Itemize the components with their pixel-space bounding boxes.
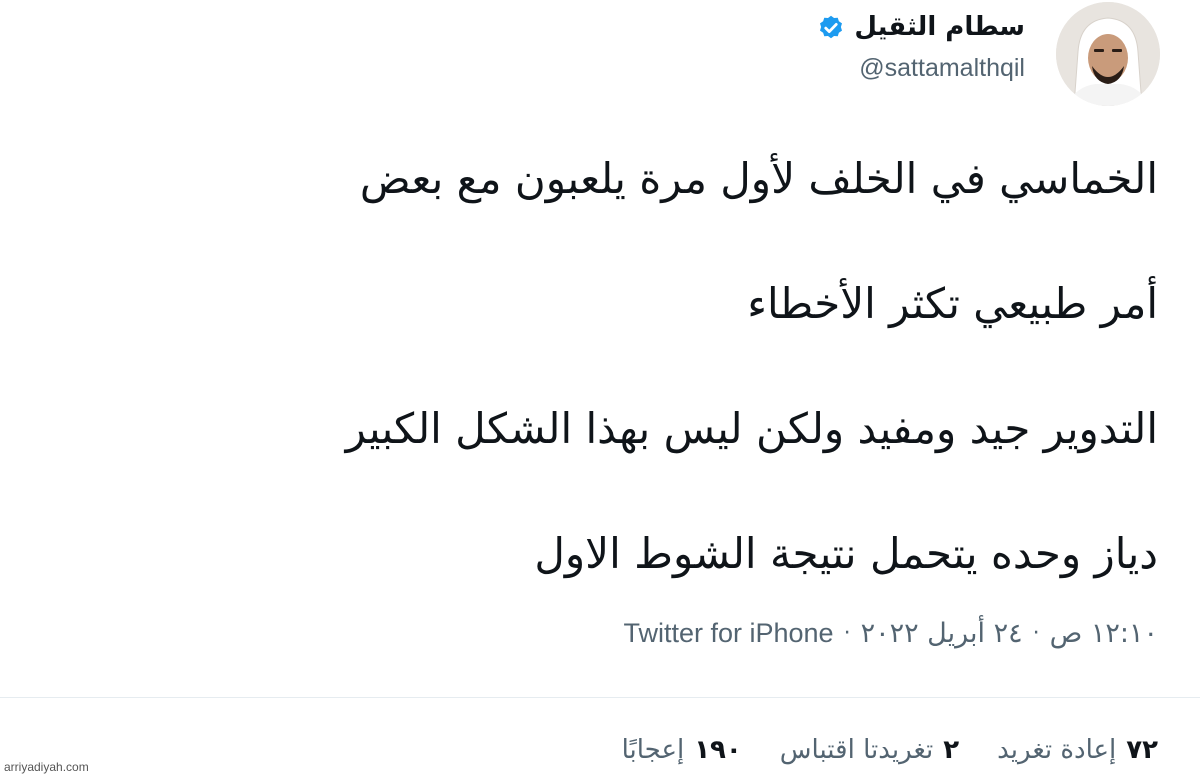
author-name-row: سطام الثقيل bbox=[816, 6, 1025, 48]
avatar[interactable] bbox=[1056, 2, 1160, 106]
tweet-date[interactable]: ٢٤ أبريل ٢٠٢٢ bbox=[861, 618, 1023, 649]
likes-label: إعجابًا bbox=[621, 735, 685, 765]
watermark: arriyadiyah.com bbox=[4, 760, 89, 774]
meta-separator: · bbox=[1032, 621, 1040, 646]
quotes-count: ٢ bbox=[943, 735, 960, 765]
tweet-text-line: أمر طبيعي تكثر الأخطاء bbox=[747, 279, 1158, 328]
author-display-name[interactable]: سطام الثقيل bbox=[854, 12, 1025, 42]
tweet-text-line: التدوير جيد ومفيد ولكن ليس بهذا الشكل ال… bbox=[345, 404, 1158, 453]
tweet-text-line: الخماسي في الخلف لأول مرة يلعبون مع بعض bbox=[359, 154, 1158, 203]
tweet-time[interactable]: ١٢:١٠ ص bbox=[1050, 618, 1158, 649]
verified-badge-icon bbox=[816, 12, 846, 42]
author-handle[interactable]: @sattamalthqil bbox=[816, 54, 1025, 83]
tweet-metadata: ١٢:١٠ ص · ٢٤ أبريل ٢٠٢٢ · Twitter for iP… bbox=[623, 618, 1158, 649]
likes-count: ١٩٠ bbox=[694, 735, 742, 765]
retweets-count: ٧٢ bbox=[1126, 735, 1158, 765]
quotes-stat[interactable]: ٢ تغريدتا اقتباس bbox=[780, 735, 959, 765]
retweets-stat[interactable]: ٧٢ إعادة تغريد bbox=[997, 735, 1158, 765]
divider bbox=[0, 697, 1200, 698]
meta-separator: · bbox=[843, 621, 851, 646]
likes-stat[interactable]: ١٩٠ إعجابًا bbox=[622, 735, 742, 765]
tweet-card: سطام الثقيل @sattamalthqil الخماسي في ال… bbox=[0, 0, 1200, 780]
tweet-author: سطام الثقيل @sattamalthqil bbox=[816, 6, 1025, 83]
tweet-stats: ٧٢ إعادة تغريد ٢ تغريدتا اقتباس ١٩٠ إعجا… bbox=[622, 735, 1158, 765]
tweet-text: الخماسي في الخلف لأول مرة يلعبون مع بعض … bbox=[58, 150, 1158, 650]
retweets-label: إعادة تغريد bbox=[997, 735, 1117, 765]
quotes-label: تغريدتا اقتباس bbox=[779, 735, 934, 765]
person-avatar-icon bbox=[1056, 2, 1160, 106]
tweet-source-link[interactable]: Twitter for iPhone bbox=[623, 618, 833, 649]
tweet-text-line: دياز وحده يتحمل نتيجة الشوط الاول bbox=[534, 529, 1158, 578]
